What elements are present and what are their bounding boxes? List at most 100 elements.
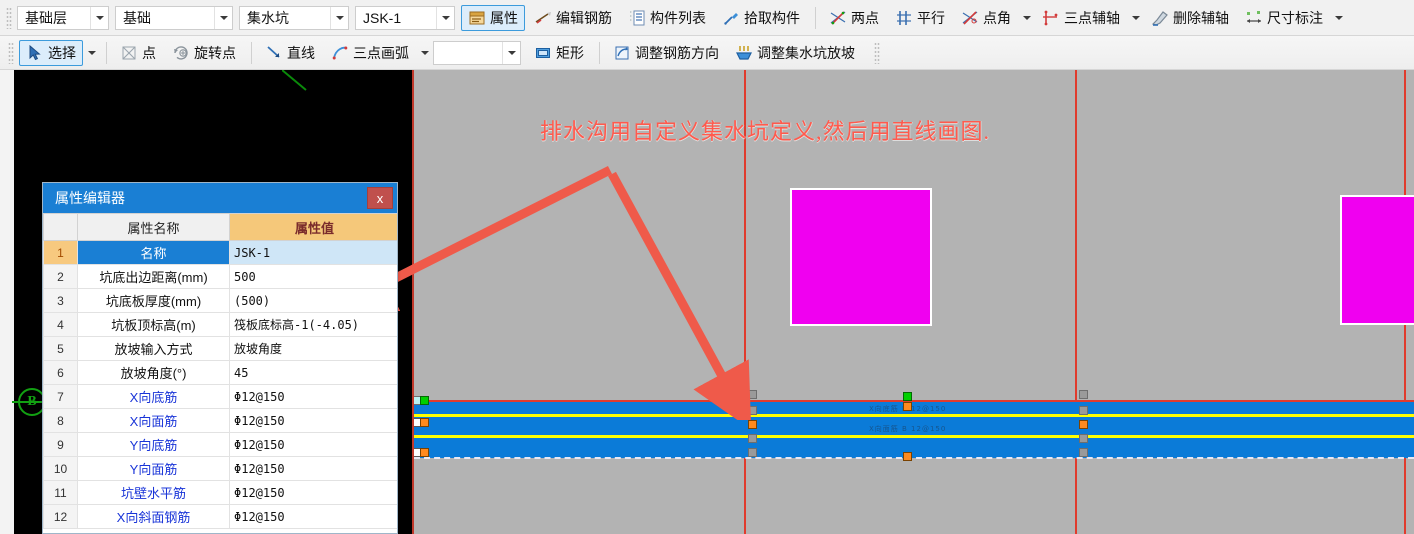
property-value-cell[interactable]: Φ12@150 <box>229 384 397 409</box>
button-pick-component[interactable]: 拾取构件 <box>715 5 807 31</box>
property-name-cell[interactable]: X向底筋 <box>77 384 230 409</box>
chevron-down-icon[interactable] <box>214 6 232 29</box>
property-name-cell[interactable]: X向斜面钢筋 <box>77 504 230 529</box>
selection-grip[interactable] <box>748 434 757 443</box>
button-component-list[interactable]: 构件列表 <box>621 5 713 31</box>
property-value-cell[interactable]: 45 <box>229 360 397 385</box>
combo-drawing-mode[interactable] <box>433 40 521 65</box>
button-delete-aux-axis[interactable]: 删除辅轴 <box>1144 5 1236 31</box>
table-row[interactable]: 7 X向底筋 Φ12@150 <box>43 384 397 409</box>
chevron-down-icon[interactable] <box>88 50 96 55</box>
property-value-cell[interactable]: Φ12@150 <box>229 408 397 433</box>
button-parallel[interactable]: 平行 <box>888 5 952 31</box>
property-name-cell[interactable]: Y向面筋 <box>77 456 230 481</box>
selection-grip[interactable] <box>420 448 429 457</box>
column-header-value: 属性值 <box>229 213 397 241</box>
table-row[interactable]: 10 Y向面筋 Φ12@150 <box>43 456 397 481</box>
table-row[interactable]: 3 坑底板厚度(mm) (500) <box>43 288 397 313</box>
property-name-cell[interactable]: 放坡输入方式 <box>77 336 230 361</box>
sump-solid[interactable] <box>1340 195 1414 325</box>
chevron-down-icon[interactable] <box>90 6 108 29</box>
button-three-point-axis[interactable]: 三点辅轴 <box>1035 5 1127 31</box>
selection-grip[interactable] <box>1079 406 1088 415</box>
selection-grip[interactable] <box>903 402 912 411</box>
chevron-down-icon[interactable] <box>502 41 520 64</box>
chevron-down-icon[interactable] <box>1335 15 1343 20</box>
button-properties[interactable]: 属性 <box>461 4 525 31</box>
row-index: 8 <box>43 408 78 433</box>
property-value-cell[interactable]: 筏板底标高-1(-4.05) <box>229 312 397 337</box>
button-adjust-sump-slope[interactable]: 调整集水坑放坡 <box>728 40 862 66</box>
table-row[interactable]: 6 放坡角度(°) 45 <box>43 360 397 385</box>
selection-grip[interactable] <box>748 448 757 457</box>
button-point-angle[interactable]: 点角 <box>954 5 1018 31</box>
button-select[interactable]: 选择 <box>19 39 83 66</box>
button-rotate-point[interactable]: 旋转点 <box>165 40 243 66</box>
combo-floor-level-value: 基础层 <box>25 9 67 26</box>
button-edit-rebar-label: 编辑钢筋 <box>556 9 612 26</box>
table-row[interactable]: 8 X向面筋 Φ12@150 <box>43 408 397 433</box>
selection-grip[interactable] <box>903 392 912 401</box>
selection-grip[interactable] <box>748 420 757 429</box>
combo-floor-level[interactable]: 基础层 <box>17 5 109 30</box>
table-row[interactable]: 4 坑板顶标高(m) 筏板底标高-1(-4.05) <box>43 312 397 337</box>
selection-grip[interactable] <box>1079 390 1088 399</box>
property-name-cell[interactable]: 坑壁水平筋 <box>77 480 230 505</box>
table-row[interactable]: 1 名称 JSK-1 <box>43 240 397 265</box>
chevron-down-icon[interactable] <box>330 6 348 29</box>
button-parallel-label: 平行 <box>917 9 945 26</box>
property-value-cell[interactable]: Φ12@150 <box>229 480 397 505</box>
property-editor-panel[interactable]: 属性编辑器 x 属性名称 属性值 1 名称 JSK-1 2 坑底出边距离(mm) 500 3… <box>42 182 398 534</box>
table-row[interactable]: 2 坑底出边距离(mm) 500 <box>43 264 397 289</box>
property-name-cell[interactable]: 坑底板厚度(mm) <box>77 288 230 313</box>
selection-grip[interactable] <box>1079 448 1088 457</box>
combo-component-category[interactable]: 基础 <box>115 5 233 30</box>
selection-grip[interactable] <box>903 452 912 461</box>
property-value-cell[interactable]: Φ12@150 <box>229 432 397 457</box>
table-row[interactable]: 12 X向斜面钢筋 Φ12@150 <box>43 504 397 529</box>
selection-grip[interactable] <box>1079 420 1088 429</box>
sump-solid[interactable] <box>790 188 932 326</box>
button-adjust-rebar-direction[interactable]: 调整钢筋方向 <box>606 40 726 66</box>
combo-component-type[interactable]: 集水坑 <box>239 5 349 30</box>
eraser-icon <box>1151 10 1168 26</box>
property-name-cell[interactable]: 名称 <box>77 240 230 265</box>
property-name-cell[interactable]: X向面筋 <box>77 408 230 433</box>
chevron-down-icon[interactable] <box>1132 15 1140 20</box>
button-dimension[interactable]: 尺寸标注 <box>1238 5 1330 31</box>
property-value-cell[interactable]: Φ12@150 <box>229 504 397 529</box>
rectangle-icon <box>536 47 550 58</box>
button-point[interactable]: 点 <box>113 40 163 66</box>
combo-component-name[interactable]: JSK-1 <box>355 5 455 30</box>
selection-grip[interactable] <box>1079 434 1088 443</box>
toolbar-separator <box>106 41 107 64</box>
property-value-cell[interactable]: JSK-1 <box>229 240 397 265</box>
property-value-cell[interactable]: (500) <box>229 288 397 313</box>
chevron-down-icon[interactable] <box>436 6 454 29</box>
chevron-down-icon[interactable] <box>421 50 429 55</box>
button-line[interactable]: 直线 <box>258 40 322 66</box>
property-value-cell[interactable]: 放坡角度 <box>229 336 397 361</box>
button-three-point-arc[interactable]: 三点画弧 <box>324 40 416 66</box>
property-value-cell[interactable]: 500 <box>229 264 397 289</box>
rebar-label: X向面筋 B 12@150 <box>869 425 947 433</box>
button-edit-rebar[interactable]: 编辑钢筋 <box>527 5 619 31</box>
property-name-cell[interactable]: 放坡角度(°) <box>77 360 230 385</box>
button-two-point[interactable]: 两点 <box>822 5 886 31</box>
close-icon[interactable]: x <box>367 187 393 209</box>
property-table[interactable]: 属性名称 属性值 1 名称 JSK-1 2 坑底出边距离(mm) 500 3 坑底板厚度(mm… <box>43 213 397 529</box>
property-name-cell[interactable]: 坑板顶标高(m) <box>77 312 230 337</box>
property-name-cell[interactable]: 坑底出边距离(mm) <box>77 264 230 289</box>
table-row[interactable]: 9 Y向底筋 Φ12@150 <box>43 432 397 457</box>
table-row[interactable]: 5 放坡输入方式 放坡角度 <box>43 336 397 361</box>
property-editor-titlebar[interactable]: 属性编辑器 x <box>43 183 397 213</box>
button-component-list-label: 构件列表 <box>650 9 706 26</box>
toolbar-grip[interactable] <box>6 6 12 29</box>
toolbar-grip-2[interactable] <box>8 41 14 64</box>
toolbar-grip-3[interactable] <box>874 41 880 64</box>
button-rectangle[interactable]: 矩形 <box>527 40 591 66</box>
property-name-cell[interactable]: Y向底筋 <box>77 432 230 457</box>
table-row[interactable]: 11 坑壁水平筋 Φ12@150 <box>43 480 397 505</box>
property-value-cell[interactable]: Φ12@150 <box>229 456 397 481</box>
chevron-down-icon[interactable] <box>1023 15 1031 20</box>
